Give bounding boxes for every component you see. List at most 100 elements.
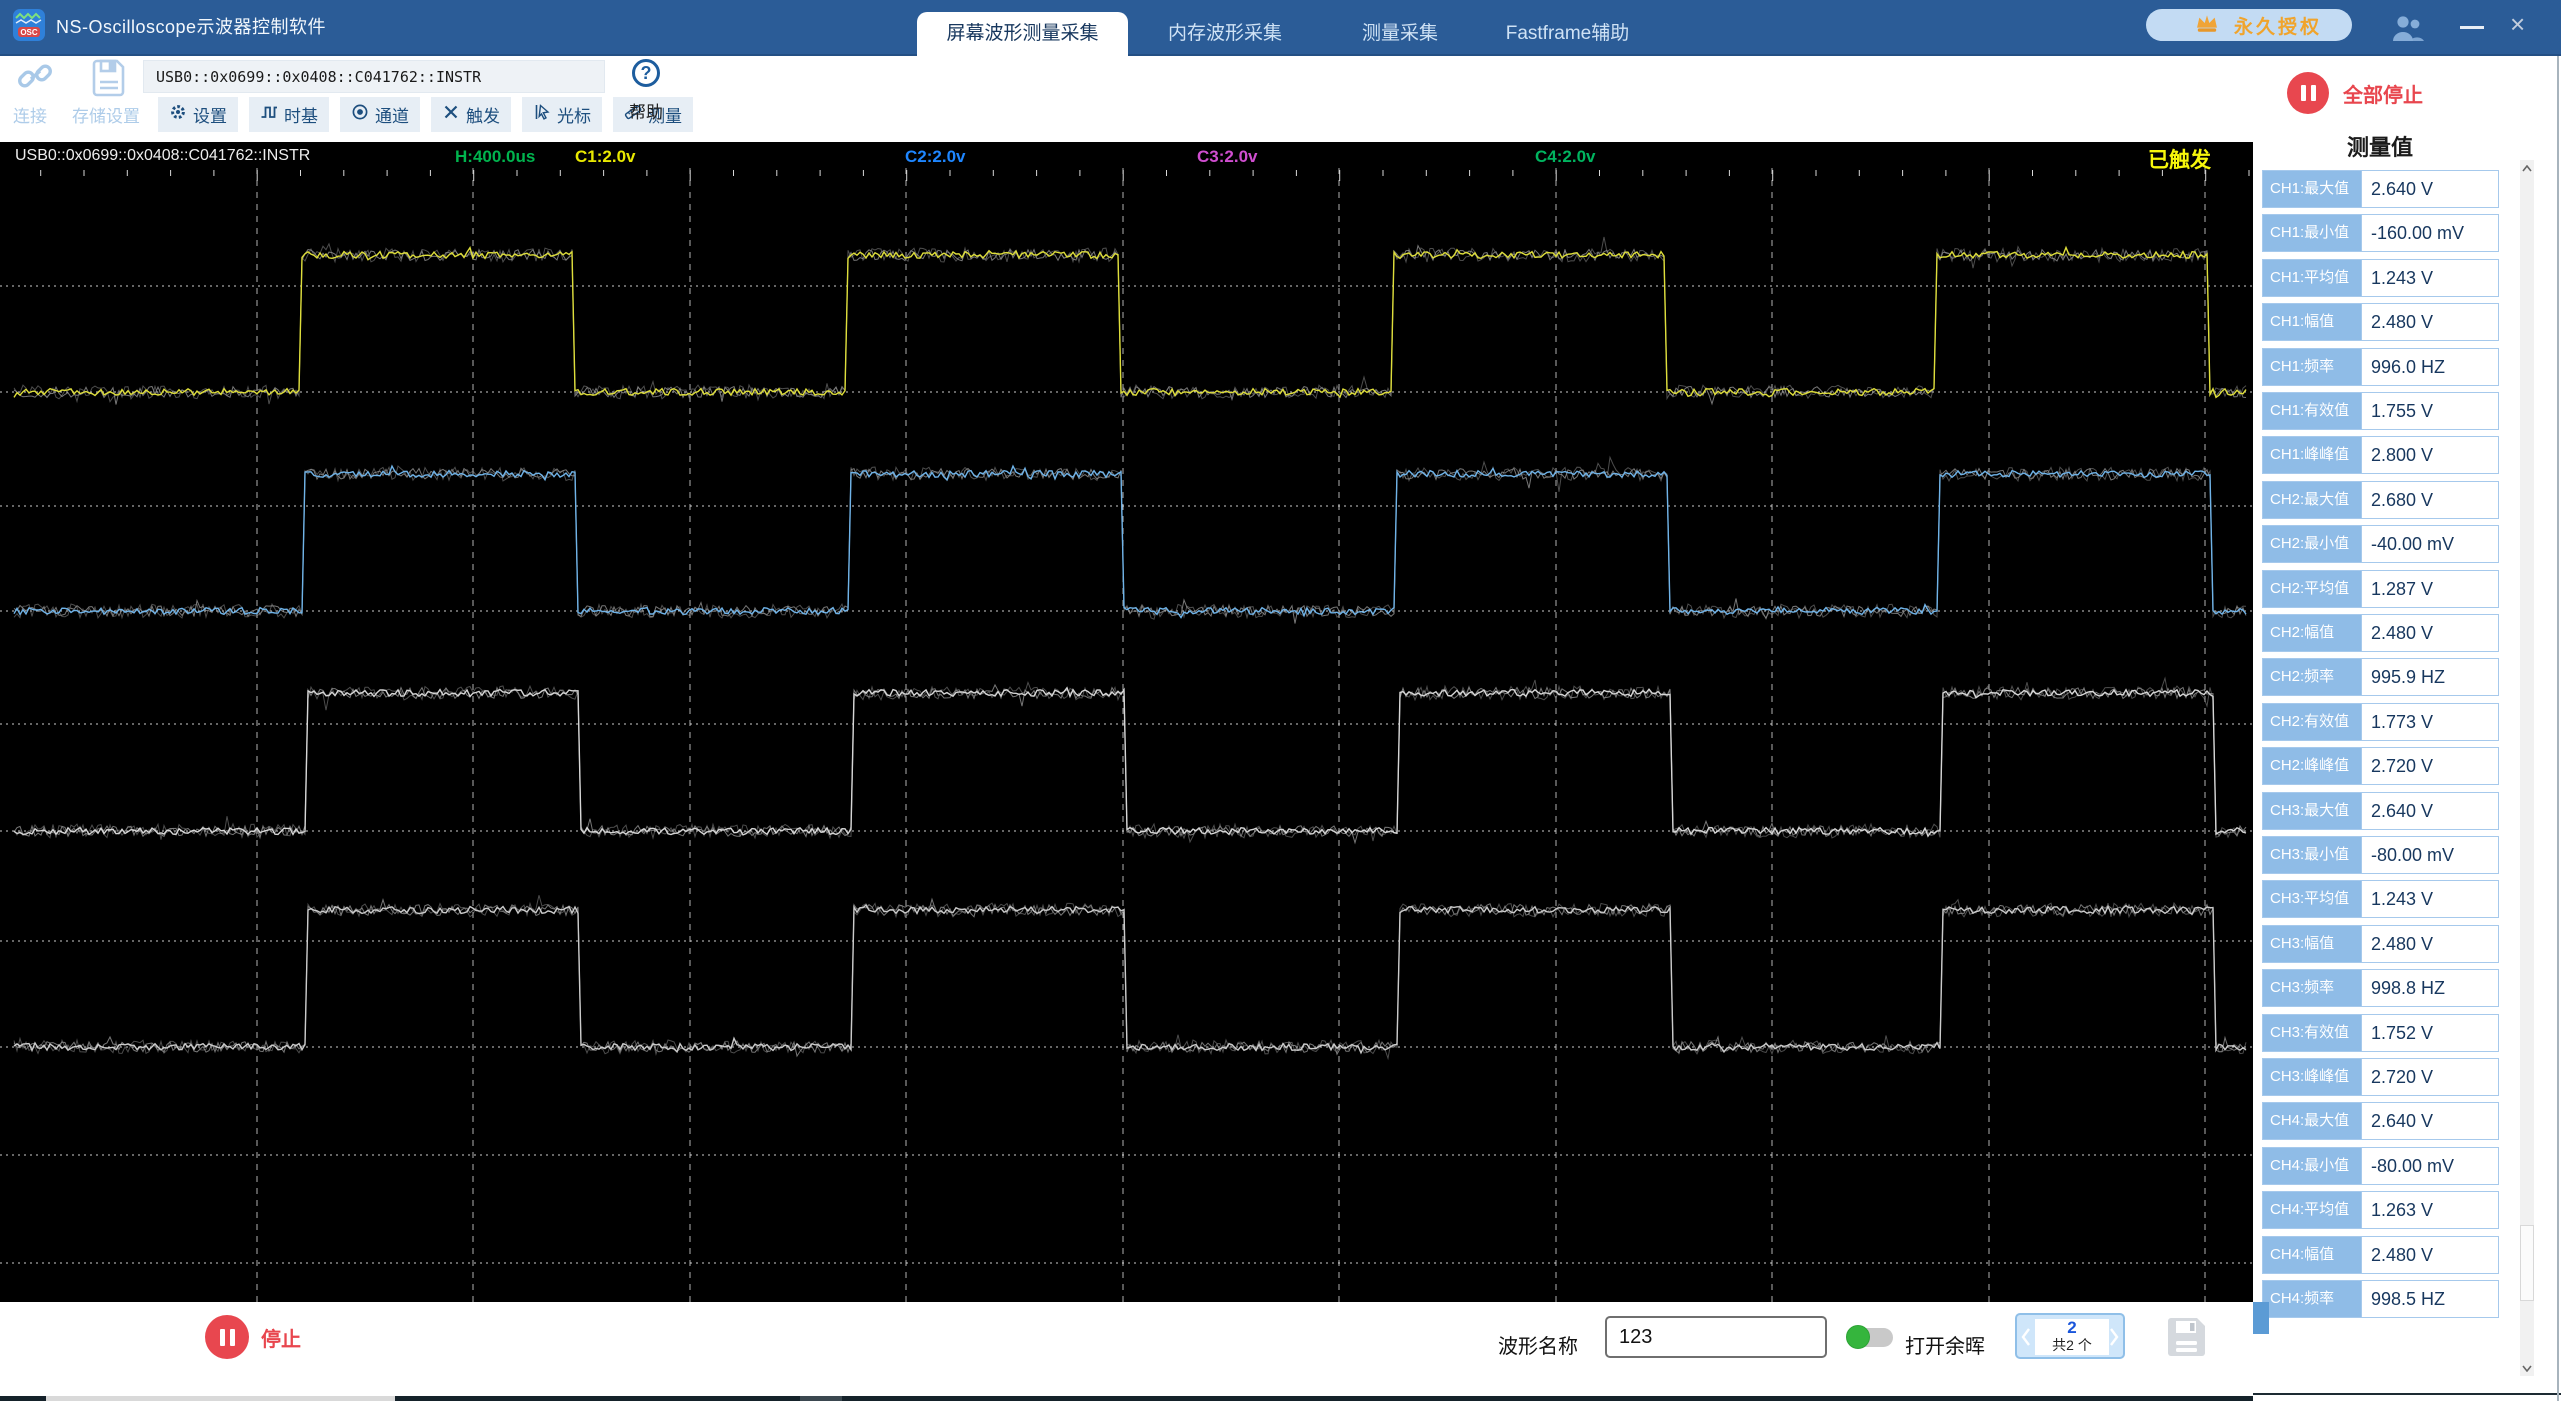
measurement-label: CH1:最小值 bbox=[2263, 215, 2361, 252]
toolbar-buttons: 设置 时基 通道 触发 光标 测量 bbox=[158, 97, 693, 132]
measurement-row: CH1:峰峰值 2.800 V bbox=[2262, 436, 2499, 475]
stop-button[interactable]: 停止 bbox=[205, 1315, 301, 1359]
channel-label-c4: C4:2.0v bbox=[1535, 147, 1596, 166]
measurements-title: 测量值 bbox=[2346, 135, 2413, 160]
measurement-value: 1.243 V bbox=[2361, 259, 2498, 296]
measurement-row: CH1:最大值 2.640 V bbox=[2262, 170, 2499, 208]
measurement-row: CH4:幅值 2.480 V bbox=[2262, 1235, 2499, 1274]
waveform-name-input[interactable] bbox=[1605, 1316, 1827, 1358]
device-address-input[interactable] bbox=[143, 60, 605, 93]
measurement-value: 996.0 HZ bbox=[2361, 348, 2498, 385]
tab-1[interactable]: 屏幕波形测量采集 bbox=[917, 12, 1128, 56]
stop-all-button[interactable]: 全部停止 bbox=[2287, 72, 2423, 114]
measurement-value: 998.5 HZ bbox=[2361, 1281, 2498, 1317]
measurement-label: CH2:平均值 bbox=[2263, 570, 2361, 607]
scroll-up-icon[interactable] bbox=[2520, 160, 2534, 176]
trigger-status: 已触发 bbox=[2148, 149, 2211, 172]
bottom-strip bbox=[395, 1396, 800, 1401]
measurement-row: CH3:最大值 2.640 V bbox=[2262, 791, 2499, 830]
measurement-label: CH4:最大值 bbox=[2263, 1103, 2361, 1140]
page-indicator: 2 共2 个 bbox=[2035, 1319, 2109, 1355]
tab-4[interactable]: Fastframe辅助 bbox=[1485, 12, 1650, 56]
page-selector: 2 共2 个 bbox=[2015, 1313, 2125, 1359]
svg-text:OSC: OSC bbox=[20, 28, 38, 37]
waveform-canvas bbox=[0, 168, 2253, 1302]
时基-button[interactable]: 时基 bbox=[249, 97, 329, 132]
measurement-row: CH1:平均值 1.243 V bbox=[2262, 258, 2499, 297]
toggle-knob bbox=[1846, 1325, 1870, 1349]
close-button[interactable]: × bbox=[2510, 9, 2525, 40]
光标-button[interactable]: 光标 bbox=[522, 97, 602, 132]
measurement-value: 1.773 V bbox=[2361, 703, 2498, 740]
measurement-value: 2.480 V bbox=[2361, 304, 2498, 341]
measurement-value: 995.9 HZ bbox=[2361, 659, 2498, 696]
measurement-label: CH3:平均值 bbox=[2263, 881, 2361, 918]
measurement-value: 1.755 V bbox=[2361, 393, 2498, 429]
measurement-value: -40.00 mV bbox=[2361, 526, 2498, 563]
scrollbar-thumb[interactable] bbox=[2520, 1225, 2534, 1301]
measurement-label: CH3:有效值 bbox=[2263, 1014, 2361, 1051]
设置-button[interactable]: 设置 bbox=[158, 97, 238, 132]
button-label: 触发 bbox=[466, 107, 500, 126]
scroll-thumb[interactable] bbox=[2253, 1302, 2269, 1334]
通道-button[interactable]: 通道 bbox=[340, 97, 420, 132]
measurement-row: CH2:最大值 2.680 V bbox=[2262, 480, 2499, 519]
storage-settings-button[interactable] bbox=[90, 58, 128, 103]
measurement-value: 2.640 V bbox=[2361, 1103, 2498, 1140]
measurement-row: CH3:频率 998.8 HZ bbox=[2262, 969, 2499, 1008]
measurement-row: CH1:幅值 2.480 V bbox=[2262, 303, 2499, 342]
license-button[interactable]: 永久授权 bbox=[2146, 9, 2352, 41]
measurement-value: 1.243 V bbox=[2361, 881, 2498, 918]
users-icon[interactable] bbox=[2390, 13, 2426, 48]
gear-icon bbox=[169, 103, 187, 126]
persistence-toggle[interactable] bbox=[1846, 1325, 1893, 1349]
window-right-border bbox=[2557, 56, 2559, 1401]
tab-2[interactable]: 内存波形采集 bbox=[1160, 12, 1290, 56]
storage-settings-label: 存储设置 bbox=[72, 107, 140, 126]
measurement-value: 2.680 V bbox=[2361, 481, 2498, 518]
channel-label-c3: C3:2.0v bbox=[1197, 147, 1258, 166]
measurements-panel: 全部停止 测量值 CH1:最大值 2.640 V CH1:最小值 -160.00 mV… bbox=[2253, 56, 2561, 1395]
measurement-row: CH2:幅值 2.480 V bbox=[2262, 614, 2499, 652]
persistence-label: 打开余晖 bbox=[1905, 1336, 1985, 1358]
app-window: OSC NS-Oscilloscope示波器控制软件 屏幕波形测量采集 内存波形采… bbox=[0, 0, 2561, 1401]
measurement-label: CH2:频率 bbox=[2263, 659, 2361, 696]
trigger-icon bbox=[442, 103, 460, 126]
measurement-row: CH3:平均值 1.243 V bbox=[2262, 880, 2499, 919]
connect-button[interactable] bbox=[16, 58, 54, 103]
measurement-label: CH1:幅值 bbox=[2263, 304, 2361, 341]
scroll-down-icon[interactable] bbox=[2520, 1360, 2534, 1376]
measurement-row: CH2:有效值 1.773 V bbox=[2262, 702, 2499, 741]
measurement-value: 1.752 V bbox=[2361, 1014, 2498, 1051]
button-label: 光标 bbox=[557, 107, 591, 126]
timebase-label: H:400.0us bbox=[455, 147, 536, 166]
page-total: 共2 个 bbox=[2052, 1337, 2092, 1353]
measurement-row: CH2:最小值 -40.00 mV bbox=[2262, 525, 2499, 564]
measurement-label: CH1:频率 bbox=[2263, 348, 2361, 385]
measurement-label: CH1:平均值 bbox=[2263, 259, 2361, 296]
cursor-icon bbox=[533, 103, 551, 126]
tab-3[interactable]: 测量采集 bbox=[1345, 12, 1455, 56]
help-button[interactable]: ? 帮助 bbox=[626, 59, 666, 123]
channel-icon bbox=[351, 103, 369, 126]
measurement-label: CH1:最大值 bbox=[2263, 171, 2361, 207]
measurement-row: CH3:幅值 2.480 V bbox=[2262, 924, 2499, 963]
measurement-label: CH2:峰峰值 bbox=[2263, 748, 2361, 785]
button-label: 通道 bbox=[375, 107, 409, 126]
measurement-value: 2.800 V bbox=[2361, 437, 2498, 474]
measurement-row: CH4:频率 998.5 HZ bbox=[2262, 1280, 2499, 1318]
minimize-button[interactable] bbox=[2460, 26, 2484, 29]
stop-label: 停止 bbox=[261, 1328, 301, 1351]
stop-all-label: 全部停止 bbox=[2343, 84, 2423, 107]
触发-button[interactable]: 触发 bbox=[431, 97, 511, 132]
panel-scrollbar[interactable] bbox=[2520, 160, 2534, 1376]
measurement-label: CH3:峰峰值 bbox=[2263, 1059, 2361, 1095]
page-prev-icon[interactable] bbox=[2019, 1327, 2033, 1347]
measurement-label: CH3:频率 bbox=[2263, 970, 2361, 1007]
page-next-icon[interactable] bbox=[2107, 1327, 2121, 1347]
measurement-row: CH1:有效值 1.755 V bbox=[2262, 392, 2499, 430]
measurement-label: CH3:最小值 bbox=[2263, 837, 2361, 873]
measurement-value: 2.640 V bbox=[2361, 171, 2498, 207]
save-button[interactable] bbox=[2163, 1314, 2209, 1365]
measurement-row: CH2:频率 995.9 HZ bbox=[2262, 658, 2499, 697]
